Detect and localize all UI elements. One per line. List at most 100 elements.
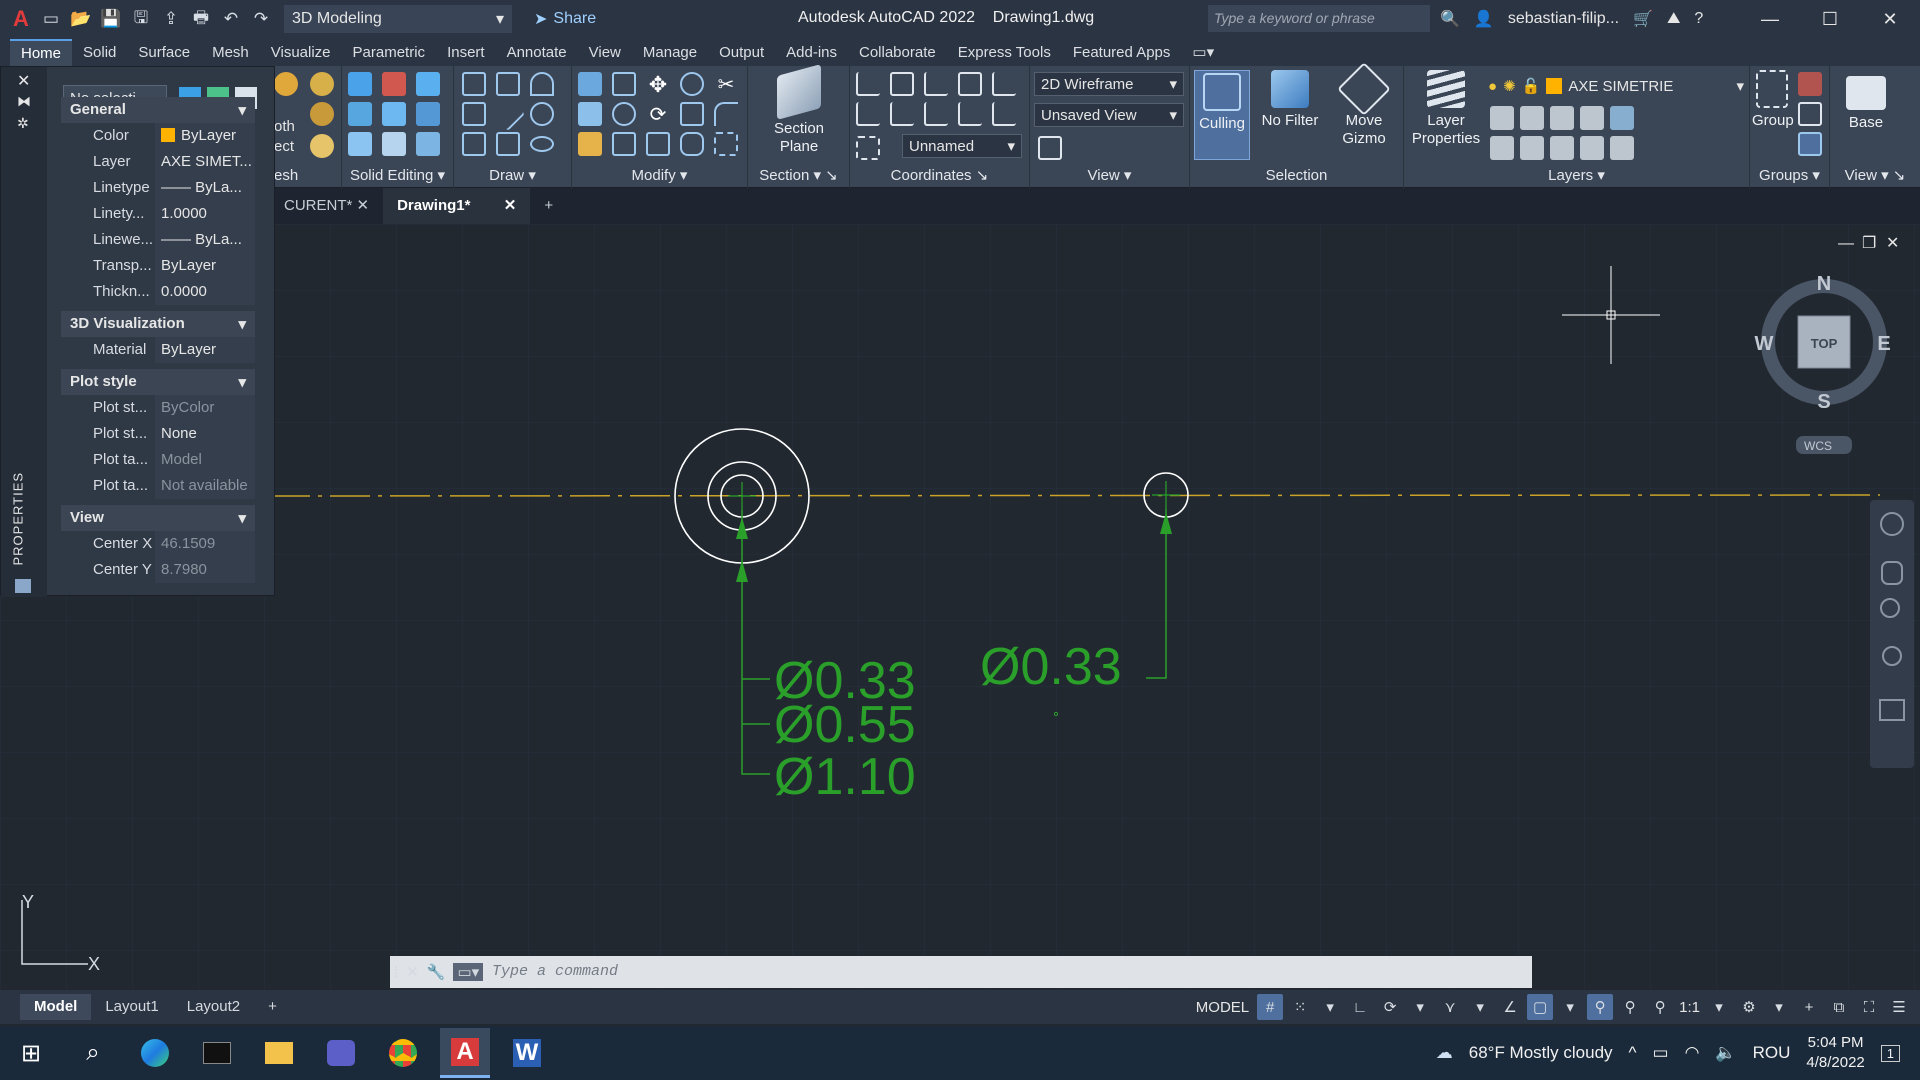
property-row[interactable]: Linewe... —— ByLa... (61, 227, 255, 253)
chevron-down-icon[interactable]: ▾ (1467, 994, 1493, 1020)
chrome-icon[interactable] (378, 1028, 428, 1078)
layer-thaw-icon[interactable] (1550, 136, 1574, 160)
weather-text[interactable]: 68°F Mostly cloudy (1469, 1043, 1613, 1063)
helix-icon[interactable] (496, 72, 520, 96)
dim-text[interactable]: Ø1.10 (774, 748, 916, 806)
chevron-down-icon[interactable]: ▾ (1407, 994, 1433, 1020)
clock[interactable]: 5:04 PM 4/8/2022 (1806, 1033, 1864, 1073)
model-space-button[interactable]: MODEL (1192, 999, 1253, 1016)
windows-start-icon[interactable]: ⊞ (6, 1028, 56, 1078)
property-value[interactable]: —— ByLa... (155, 227, 255, 253)
open-icon[interactable]: 📂 (68, 6, 94, 32)
save-icon[interactable]: 💾 (98, 6, 124, 32)
save-as-icon[interactable]: 🖫 (128, 6, 154, 32)
property-value[interactable]: None (155, 421, 255, 447)
group-edit-icon[interactable] (1798, 102, 1822, 126)
property-row[interactable]: Plot st... None (61, 421, 255, 447)
property-value[interactable]: Not available (155, 473, 255, 499)
group-select-icon[interactable] (1798, 132, 1822, 156)
chevron-down-icon[interactable]: ▾ (1766, 994, 1792, 1020)
ucs-view-icon[interactable] (958, 72, 982, 96)
new-tab-button[interactable]: + (530, 188, 567, 224)
edge-icon[interactable] (130, 1028, 180, 1078)
subtract-icon[interactable] (382, 72, 406, 96)
viewport-icon[interactable] (1038, 136, 1062, 160)
array-icon[interactable] (680, 72, 704, 96)
ribbon-toggle-icon[interactable]: ▭▾ (1181, 39, 1225, 65)
tab-featured-apps[interactable]: Featured Apps (1062, 40, 1182, 65)
property-row[interactable]: Layer AXE SIMET... (61, 149, 255, 175)
auto-scale-icon[interactable]: ⚲ (1617, 994, 1643, 1020)
modify-label[interactable]: Modify ▾ (572, 166, 747, 184)
chevron-down-icon[interactable]: ▾ (1706, 994, 1732, 1020)
layer-freeze-icon[interactable] (1550, 106, 1574, 130)
customize-icon[interactable]: 🔧 (427, 963, 446, 981)
property-row[interactable]: Material ByLayer (61, 337, 255, 363)
mirror-icon[interactable] (578, 72, 602, 96)
tab-layout1[interactable]: Layout1 (91, 994, 172, 1020)
fullscreen-icon[interactable]: ⛶ (1856, 994, 1882, 1020)
language-indicator[interactable]: ROU (1753, 1043, 1791, 1063)
property-value[interactable]: 8.7980 (155, 557, 255, 583)
workspace-gear-icon[interactable]: ⚙ (1736, 994, 1762, 1020)
ucs-icon[interactable] (856, 72, 880, 96)
layer-dropdown[interactable]: ● ✺ 🔓 AXE SIMETRIE ▾ (1488, 74, 1744, 98)
3d-align-icon[interactable] (578, 102, 602, 126)
tab-annotate[interactable]: Annotate (496, 40, 578, 65)
help-icon[interactable]: ? (1694, 10, 1703, 28)
union-icon[interactable] (348, 72, 372, 96)
group-button[interactable]: Group (1752, 70, 1794, 130)
property-row[interactable]: Plot st... ByColor (61, 395, 255, 421)
tab-add-ins[interactable]: Add-ins (775, 40, 848, 65)
ucs-3point-icon[interactable] (992, 102, 1016, 126)
autodesk-icon[interactable]: ⛰ (1667, 10, 1680, 28)
section-viz[interactable]: 3D Visualization ▾ (61, 311, 255, 337)
3d-scale-icon[interactable] (612, 132, 636, 156)
fillet-icon[interactable] (714, 102, 738, 126)
volume-icon[interactable]: 🔈 (1715, 1043, 1736, 1063)
grip-icon[interactable]: ⁞ (394, 964, 398, 981)
section-plane-button[interactable]: Section Plane (756, 64, 842, 156)
terminal-icon[interactable] (192, 1028, 242, 1078)
smooth-object-icon[interactable] (274, 72, 298, 96)
close-icon[interactable]: ✕ (357, 197, 370, 214)
plus-icon[interactable]: + (1796, 994, 1822, 1020)
search-icon[interactable]: 🔍 (1440, 9, 1460, 29)
chevron-up-icon[interactable]: ^ (1629, 1043, 1637, 1063)
3d-rotate-icon[interactable] (612, 102, 636, 126)
visual-style-dropdown[interactable]: 2D Wireframe ▾ (1034, 72, 1184, 96)
object-snap-icon[interactable]: ▢ (1527, 994, 1554, 1020)
property-value[interactable]: ByLayer (155, 123, 255, 149)
ucs-face-icon[interactable] (958, 102, 982, 126)
stretch-icon[interactable] (646, 132, 670, 156)
draw-label[interactable]: Draw ▾ (454, 166, 571, 184)
mesh-sphere-icon[interactable] (310, 72, 334, 96)
tab-home[interactable]: Home (10, 38, 73, 66)
match-layer-icon[interactable] (1610, 136, 1634, 160)
property-row[interactable]: Linety... 1.0000 (61, 201, 255, 227)
polar-icon[interactable]: ⟳ (1377, 994, 1403, 1020)
ucs-object-icon[interactable] (890, 102, 914, 126)
close-icon[interactable]: ✕ (406, 963, 419, 981)
ucs-z-icon[interactable] (992, 72, 1016, 96)
tab-model[interactable]: Model (20, 994, 92, 1020)
ortho-icon[interactable]: ∟ (1347, 994, 1373, 1020)
rect-array-icon[interactable] (714, 132, 738, 156)
mesh-refine-icon[interactable] (310, 134, 334, 158)
search-icon[interactable]: ⌕ (68, 1028, 118, 1078)
property-value[interactable]: 46.1509 (155, 531, 255, 557)
interfere-icon[interactable] (348, 132, 372, 156)
close-icon[interactable]: ✕ (17, 71, 30, 91)
annotation-scale-icon[interactable]: ⚲ (1647, 994, 1673, 1020)
layer-off-icon[interactable] (1490, 106, 1514, 130)
view-label[interactable]: View ▾ (1030, 166, 1189, 184)
named-ucs-dropdown[interactable]: Unnamed ▾ (902, 134, 1022, 158)
trim-icon[interactable]: ✂ (714, 72, 738, 96)
add-layout-button[interactable]: + (254, 994, 291, 1020)
autohide-icon[interactable]: ⧓ (17, 93, 31, 110)
tab-collaborate[interactable]: Collaborate (848, 40, 947, 65)
publish-icon[interactable]: ⇪ (158, 6, 184, 32)
section-plot[interactable]: Plot style ▾ (61, 369, 255, 395)
viewport-minimize-icon[interactable]: — (1838, 235, 1854, 252)
cart-icon[interactable]: 🛒 (1633, 9, 1653, 29)
